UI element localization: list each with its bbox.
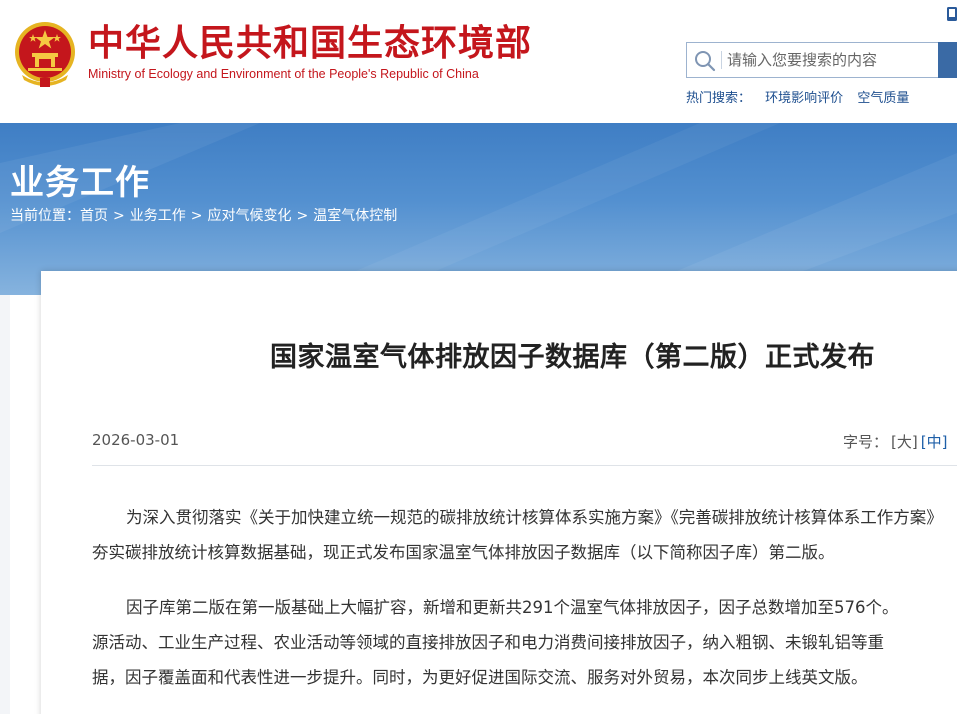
paragraph-line: 为深入贯彻落实《关于加快建立统一规范的碳排放统计核算体系实施方案》《完善碳排放统… <box>126 508 943 527</box>
breadcrumb-ghg-control[interactable]: 温室气体控制 <box>313 208 397 224</box>
hot-search-link[interactable]: 环境影响评价 <box>765 91 843 106</box>
breadcrumb-label: 当前位置： <box>10 208 80 224</box>
hot-search-link[interactable]: 空气质量 <box>857 91 909 106</box>
article-paragraph: 为深入贯彻落实《关于加快建立统一规范的碳排放统计核算体系实施方案》《完善碳排放统… <box>92 500 957 570</box>
breadcrumb-climate[interactable]: 应对气候变化 <box>207 208 291 224</box>
breadcrumb-home[interactable]: 首页 <box>80 208 108 224</box>
site-subtitle: Ministry of Ecology and Environment of t… <box>88 67 479 81</box>
font-size-medium-button[interactable]: [中] <box>921 433 948 451</box>
font-size-label: 字号： <box>843 433 889 451</box>
national-emblem-icon[interactable] <box>12 20 78 88</box>
breadcrumb-business[interactable]: 业务工作 <box>130 208 186 224</box>
paragraph-line: 因子库第二版在第一版基础上大幅扩容，新增和更新共291个温室气体排放因子，因子总… <box>126 598 899 617</box>
search-divider <box>721 51 722 69</box>
breadcrumb-separator: > <box>113 208 125 224</box>
font-size-control: 字号： [大] [中] <box>843 431 947 452</box>
article-divider <box>92 465 957 466</box>
site-header: 中华人民共和国生态环境部 Ministry of Ecology and Env… <box>0 0 957 123</box>
search-input[interactable] <box>727 43 937 77</box>
search-box <box>686 42 940 78</box>
search-button[interactable] <box>938 42 957 78</box>
breadcrumb-separator: > <box>190 208 203 224</box>
breadcrumb: 当前位置：首页 > 业务工作 > 应对气候变化 > 温室气体控制 <box>10 205 397 225</box>
mobile-icon[interactable] <box>946 6 957 22</box>
paragraph-line: 夯实碳排放统计核算数据基础，现正式发布国家温室气体排放因子数据库（以下简称因子库… <box>92 543 835 562</box>
section-banner: 业务工作 当前位置：首页 > 业务工作 > 应对气候变化 > 温室气体控制 <box>0 123 957 295</box>
article-date: 2026-03-01 <box>92 431 180 449</box>
hot-search-label: 热门搜索： <box>686 91 752 106</box>
paragraph-line: 据，因子覆盖面和代表性进一步提升。同时，为更好促进国际交流、服务对外贸易，本次同… <box>92 668 868 687</box>
page-background-strip <box>0 295 10 714</box>
site-title[interactable]: 中华人民共和国生态环境部 <box>88 24 532 64</box>
article-title: 国家温室气体排放因子数据库（第二版）正式发布 <box>270 342 875 373</box>
hot-search: 热门搜索： 环境影响评价 空气质量 <box>686 87 919 106</box>
article-paragraph: 因子库第二版在第一版基础上大幅扩容，新增和更新共291个温室气体排放因子，因子总… <box>92 590 957 695</box>
paragraph-line: 源活动、工业生产过程、农业活动等领域的直接排放因子和电力消费间接排放因子，纳入粗… <box>92 633 884 652</box>
font-size-large-button[interactable]: [大] <box>891 433 918 451</box>
breadcrumb-separator: > <box>296 208 309 224</box>
section-title: 业务工作 <box>10 163 150 203</box>
search-icon[interactable] <box>693 49 717 73</box>
